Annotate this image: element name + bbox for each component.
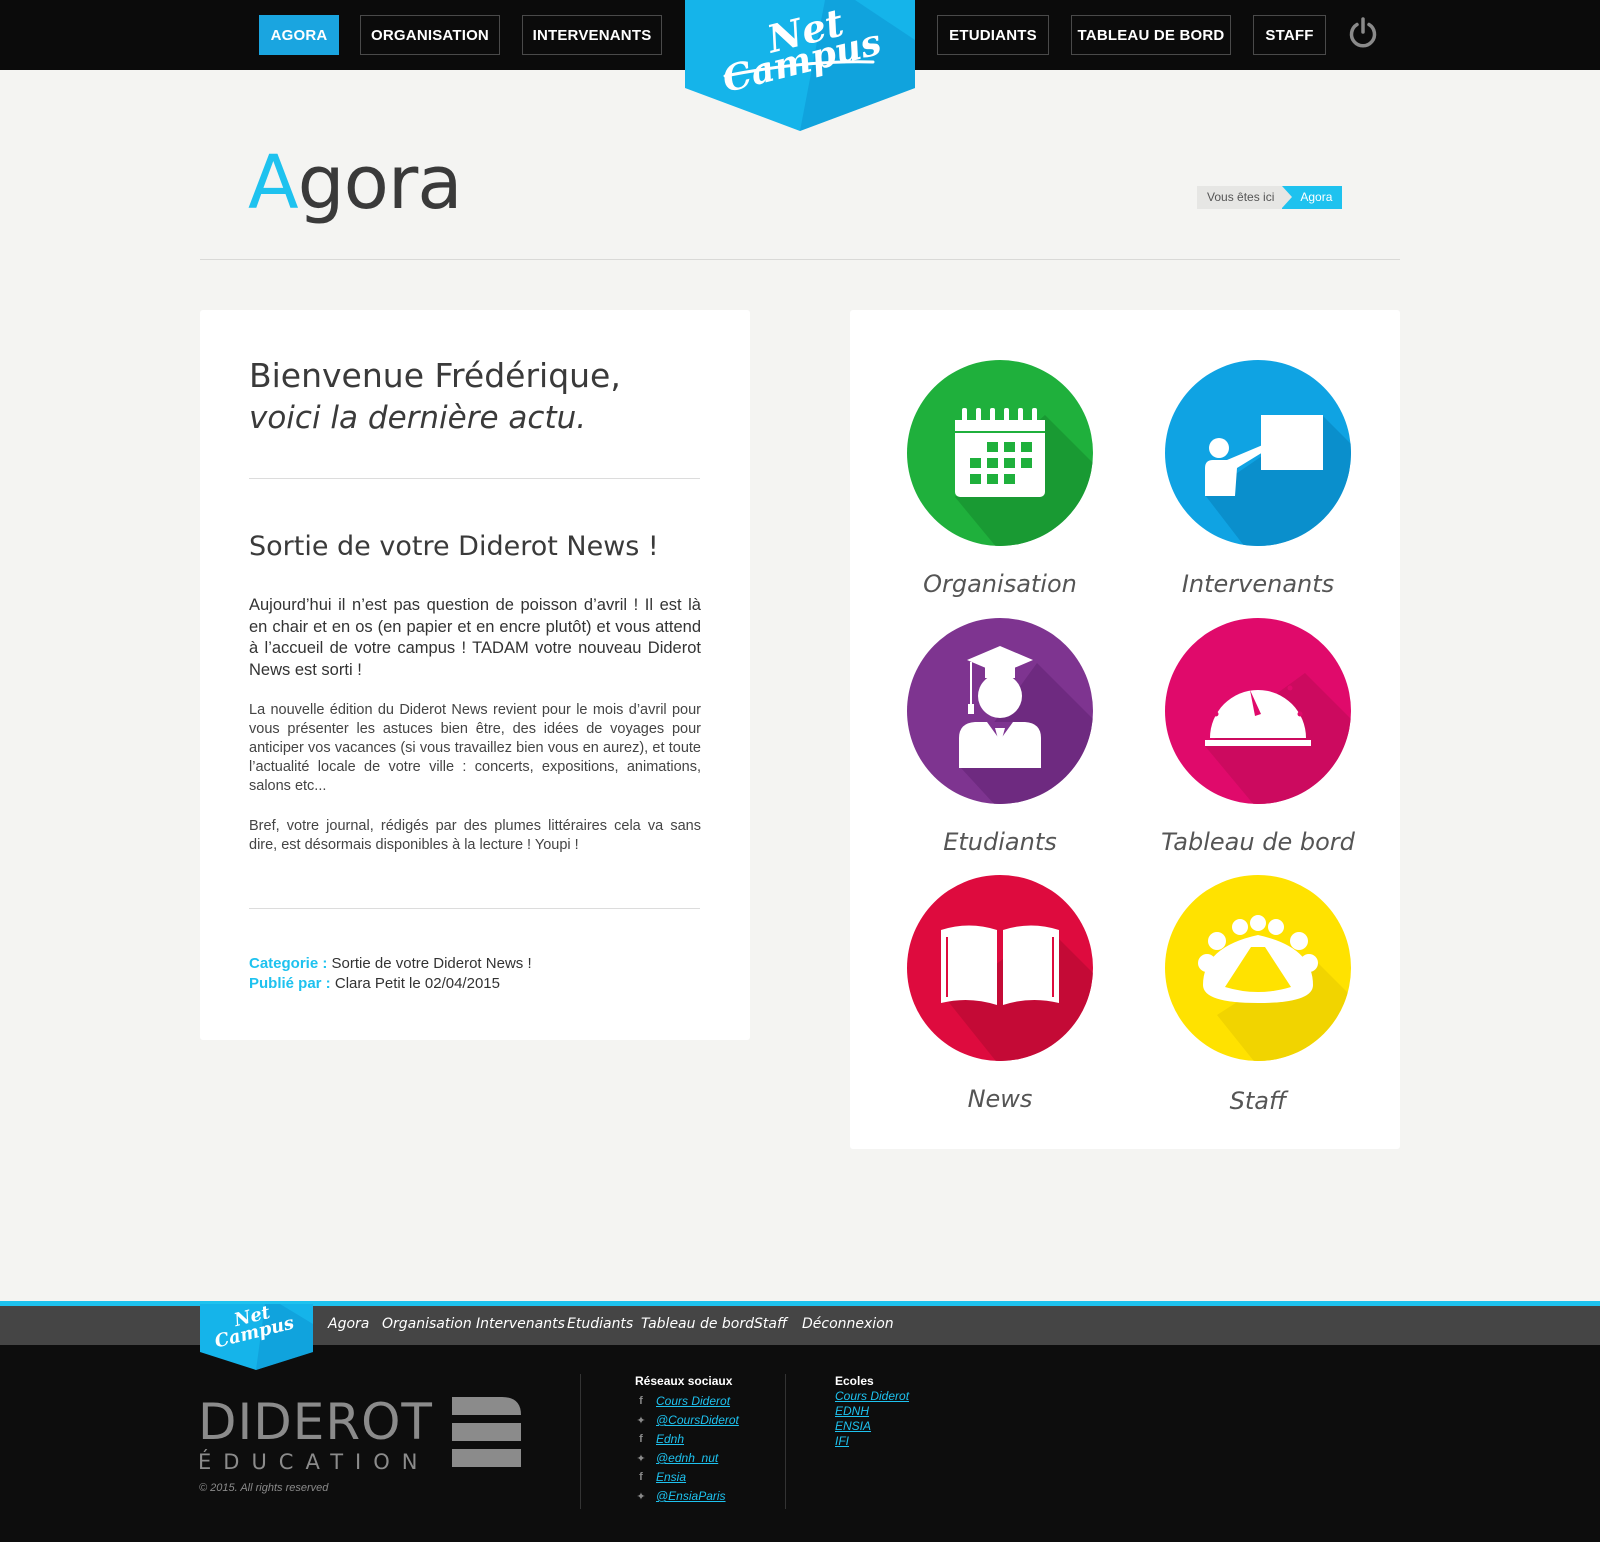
power-icon[interactable] [1346, 16, 1380, 50]
article-category: Categorie : Sortie de votre Diderot News… [249, 955, 532, 972]
shortcut-tiles-card: Organisation Intervenants Etudiants Tabl… [850, 310, 1400, 1149]
nav-tableau-de-bord[interactable]: TABLEAU DE BORD [1071, 15, 1231, 55]
diderot-brand: DIDEROT [198, 1393, 433, 1451]
social-link-text[interactable]: Cours Diderot [656, 1394, 730, 1408]
diderot-logo-icon [452, 1397, 521, 1467]
breadcrumb: Vous êtes ici Agora [1197, 186, 1343, 209]
divider [200, 259, 1400, 260]
page-title-initial: A [248, 140, 299, 226]
facebook-icon: f [639, 1395, 643, 1407]
education-brand: ÉDUCATION [198, 1450, 430, 1474]
welcome-heading: Bienvenue Frédérique, [249, 356, 621, 395]
article-paragraph: La nouvelle édition du Diderot News revi… [249, 702, 701, 794]
category-label: Categorie : [249, 955, 328, 972]
social-heading: Réseaux sociaux [635, 1374, 733, 1388]
article-title: Sortie de votre Diderot News ! [249, 531, 659, 562]
social-link[interactable]: f Ensia [633, 1469, 686, 1485]
tile-label: News [967, 1085, 1033, 1113]
dashboard-gauge-icon [1165, 618, 1351, 804]
divider [249, 908, 700, 909]
nav-etudiants[interactable]: ETUDIANTS [937, 15, 1049, 55]
social-link-text[interactable]: @ednh_nut [656, 1451, 718, 1465]
school-link[interactable]: ENSIA [835, 1419, 871, 1433]
social-link[interactable]: f Cours Diderot [633, 1393, 730, 1409]
article-lead: Aujourd’hui il n’est pas question de poi… [249, 596, 701, 679]
divider [785, 1374, 786, 1509]
social-link[interactable]: ✦ @CoursDiderot [633, 1412, 739, 1428]
tile-etudiants[interactable]: Etudiants [890, 618, 1110, 858]
divider [580, 1374, 581, 1509]
twitter-icon: ✦ [636, 1452, 646, 1465]
social-link-text[interactable]: @EnsiaParis [656, 1489, 726, 1503]
social-link[interactable]: f Ednh [633, 1431, 684, 1447]
calendar-icon [907, 360, 1093, 546]
teacher-icon [1165, 360, 1351, 546]
tile-intervenants[interactable]: Intervenants [1148, 360, 1368, 600]
nav-organisation[interactable]: ORGANISATION [360, 15, 500, 55]
footer-link-tableau-de-bord[interactable]: Tableau de bord [641, 1316, 754, 1332]
graduate-icon [907, 618, 1093, 804]
twitter-icon: ✦ [636, 1490, 646, 1503]
tile-label: Intervenants [1181, 570, 1335, 598]
netcampus-footer-logo[interactable]: Net Campus [200, 1302, 313, 1370]
facebook-icon: f [639, 1471, 643, 1483]
meeting-table-icon [1165, 875, 1351, 1061]
tile-label: Staff [1229, 1087, 1287, 1115]
category-value[interactable]: Sortie de votre Diderot News ! [332, 955, 532, 972]
news-article-card: Bienvenue Frédérique, voici la dernière … [200, 310, 750, 1040]
page-title: Agora [248, 140, 463, 226]
footer-link-intervenants[interactable]: Intervenants [476, 1316, 565, 1332]
schools-heading: Ecoles [835, 1374, 874, 1388]
article-paragraph: Bref, votre journal, rédigés par des plu… [249, 818, 701, 853]
social-link-text[interactable]: @CoursDiderot [656, 1413, 739, 1427]
netcampus-logo[interactable]: Net Campus [685, 0, 915, 132]
footer-link-etudiants[interactable]: Etudiants [567, 1316, 633, 1332]
social-link[interactable]: ✦ @ednh_nut [633, 1450, 718, 1466]
footer-link-staff[interactable]: Staff [754, 1316, 787, 1332]
school-link[interactable]: IFI [835, 1434, 849, 1448]
open-book-icon [907, 875, 1093, 1061]
tile-staff[interactable]: Staff [1148, 875, 1368, 1115]
tile-label: Etudiants [943, 828, 1057, 856]
tile-label: Tableau de bord [1161, 828, 1355, 856]
footer-link-agora[interactable]: Agora [328, 1316, 369, 1332]
facebook-icon: f [639, 1433, 643, 1445]
twitter-icon: ✦ [636, 1414, 646, 1427]
tile-tableau-de-bord[interactable]: Tableau de bord [1148, 618, 1368, 858]
tile-label: Organisation [923, 570, 1077, 598]
footer-link-organisation[interactable]: Organisation [382, 1316, 472, 1332]
social-link[interactable]: ✦ @EnsiaParis [633, 1488, 726, 1504]
page-title-rest: gora [297, 140, 463, 226]
published-value: Clara Petit le 02/04/2015 [334, 975, 500, 992]
tile-organisation[interactable]: Organisation [890, 360, 1110, 600]
social-link-text[interactable]: Ednh [656, 1432, 684, 1446]
tile-news[interactable]: News [890, 875, 1110, 1115]
nav-agora[interactable]: AGORA [259, 15, 339, 55]
copyright: © 2015. All rights reserved [199, 1482, 329, 1494]
nav-intervenants[interactable]: INTERVENANTS [522, 15, 662, 55]
nav-staff[interactable]: STAFF [1253, 15, 1326, 55]
breadcrumb-label: Vous êtes ici [1197, 186, 1293, 209]
published-label: Publié par : [249, 975, 331, 992]
school-link[interactable]: Cours Diderot [835, 1389, 909, 1403]
welcome-subheading: voici la dernière actu. [249, 400, 587, 436]
article-author: Publié par : Clara Petit le 02/04/2015 [249, 975, 500, 992]
divider [249, 478, 700, 479]
social-link-text[interactable]: Ensia [656, 1470, 686, 1484]
footer-link-deconnexion[interactable]: Déconnexion [802, 1316, 894, 1332]
school-link[interactable]: EDNH [835, 1404, 869, 1418]
